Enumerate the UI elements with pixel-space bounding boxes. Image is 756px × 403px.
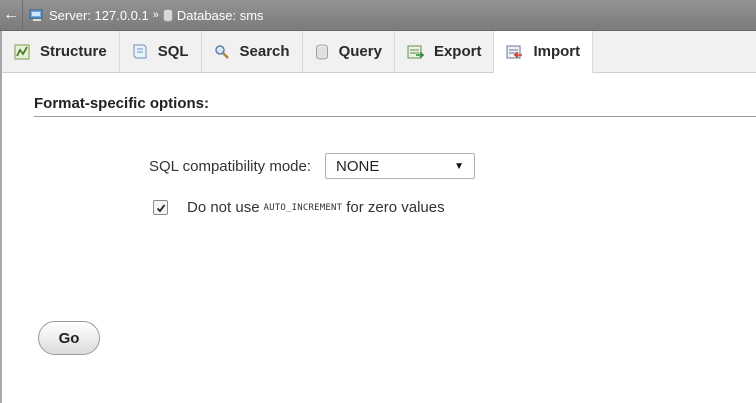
breadcrumb-server[interactable]: Server: 127.0.0.1 — [29, 8, 149, 23]
section-title: Format-specific options: — [34, 95, 756, 117]
breadcrumb-database[interactable]: Database: sms — [162, 7, 264, 23]
auto-increment-checkbox[interactable] — [153, 200, 168, 215]
checkbox-text-before: Do not use — [187, 199, 260, 216]
tab-sql-label: SQL — [157, 43, 189, 60]
query-icon — [315, 44, 329, 60]
tab-structure[interactable]: Structure — [2, 31, 120, 72]
breadcrumb-separator: » — [152, 9, 159, 21]
tab-query-label: Query — [338, 43, 382, 60]
breadcrumb-server-label: Server: 127.0.0.1 — [49, 7, 149, 23]
page: ← Server: 127.0.0.1 » Database: sms Stru… — [0, 0, 756, 403]
tab-export[interactable]: Export — [395, 31, 495, 72]
checkbox-code-text: AUTO_INCREMENT — [263, 202, 343, 213]
tab-bar: Structure SQL Search Query Export Import — [2, 31, 756, 73]
database-icon — [162, 8, 173, 22]
compat-label: SQL compatibility mode: — [149, 157, 312, 175]
breadcrumb-database-label: Database: sms — [176, 7, 264, 23]
breadcrumb-bar: ← Server: 127.0.0.1 » Database: sms — [0, 0, 756, 31]
main-content: Format-specific options: SQL compatibili… — [2, 95, 756, 216]
tab-sql[interactable]: SQL — [120, 31, 202, 72]
auto-increment-row: Do not use AUTO_INCREMENT for zero value… — [153, 199, 756, 216]
tab-search-label: Search — [239, 43, 290, 60]
sql-icon — [132, 43, 148, 60]
checkbox-text-after: for zero values — [346, 199, 445, 216]
compat-mode-select[interactable]: NONE ▼ — [325, 153, 476, 179]
tab-import-label: Import — [533, 43, 581, 60]
compat-row: SQL compatibility mode: NONE ▼ — [149, 153, 756, 179]
checkmark-icon — [156, 203, 165, 212]
search-icon — [214, 44, 230, 60]
go-button[interactable]: Go — [38, 321, 100, 355]
tab-structure-label: Structure — [40, 43, 107, 60]
back-arrow-icon[interactable]: ← — [0, 0, 23, 30]
tab-search[interactable]: Search — [202, 31, 303, 72]
server-icon — [29, 8, 45, 22]
export-icon — [407, 44, 424, 60]
structure-icon — [14, 44, 30, 60]
tab-query[interactable]: Query — [303, 31, 395, 72]
dropdown-arrow-icon: ▼ — [454, 160, 465, 172]
tab-export-label: Export — [433, 43, 482, 60]
tab-import[interactable]: Import — [494, 31, 594, 73]
import-icon — [506, 44, 523, 60]
compat-mode-value: NONE — [336, 157, 380, 175]
